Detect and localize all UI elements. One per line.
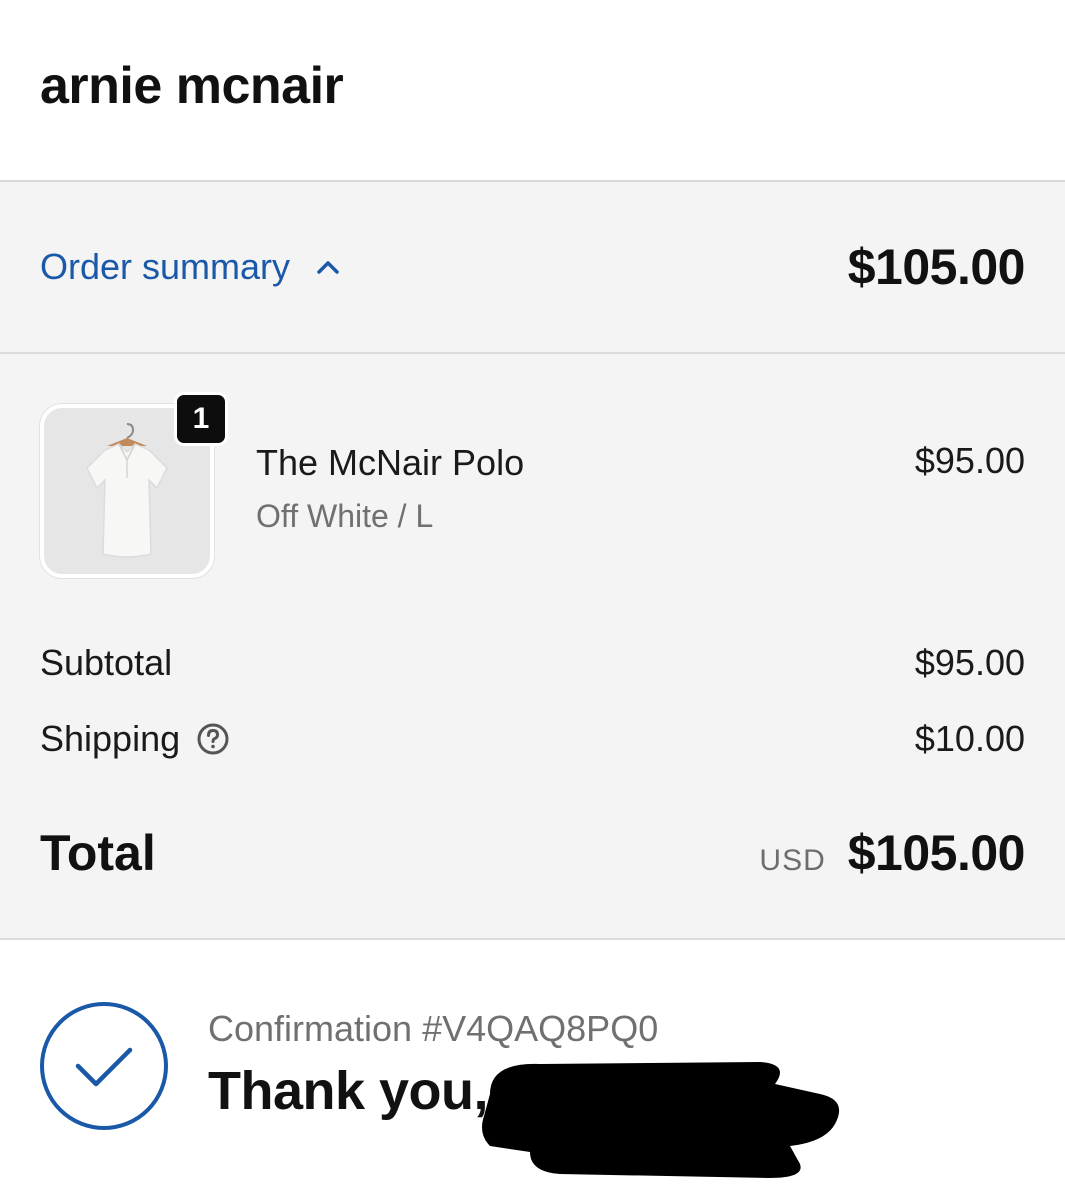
chevron-up-icon xyxy=(317,261,339,274)
subtotal-label: Subtotal xyxy=(40,642,173,683)
shipping-label-group: Shipping xyxy=(40,718,230,760)
quantity-badge: 1 xyxy=(174,392,228,446)
shipping-value: $10.00 xyxy=(914,718,1025,759)
summary-total-price: $105.00 xyxy=(847,239,1026,295)
total-amount-group: USD $105.00 xyxy=(759,824,1025,882)
total-label: Total xyxy=(40,825,156,881)
product-price: $95.00 xyxy=(914,440,1025,481)
total-value: $105.00 xyxy=(847,825,1026,881)
confirmation-section: Confirmation #V4QAQ8PQ0 Thank you, xyxy=(0,942,1065,1200)
currency-code: USD xyxy=(759,844,826,877)
shipping-row: Shipping $10.00 xyxy=(40,718,1025,760)
thank-you-heading: Thank you, xyxy=(208,1061,489,1121)
store-header: arnie mcnair xyxy=(0,0,1065,182)
subtotal-value: $95.00 xyxy=(914,642,1025,683)
polo-shirt-image xyxy=(86,423,168,558)
line-item: 1 The McNair Polo Off White / L $95.00 xyxy=(40,392,1025,580)
redaction-mark xyxy=(482,1062,840,1178)
subtotal-row: Subtotal $95.00 xyxy=(40,642,1025,684)
product-name: The McNair Polo xyxy=(256,442,525,483)
total-row: Total USD $105.00 xyxy=(40,824,1026,882)
order-summary-label: Order summary xyxy=(40,246,291,287)
order-summary-toggle[interactable]: Order summary xyxy=(40,246,340,288)
question-circle-icon[interactable] xyxy=(196,722,230,756)
store-name[interactable]: arnie mcnair xyxy=(40,56,344,124)
order-summary-bar: Order summary $105.00 xyxy=(0,182,1065,354)
order-summary-details: 1 The McNair Polo Off White / L $95.00 S… xyxy=(0,354,1065,940)
order-status-page: arnie mcnair Order summary $105.00 1 The… xyxy=(0,0,1065,1200)
confirmation-number: Confirmation #V4QAQ8PQ0 xyxy=(208,1008,659,1049)
check-circle-icon xyxy=(40,1002,168,1130)
product-variant: Off White / L xyxy=(256,498,434,534)
shipping-label: Shipping xyxy=(40,718,181,759)
